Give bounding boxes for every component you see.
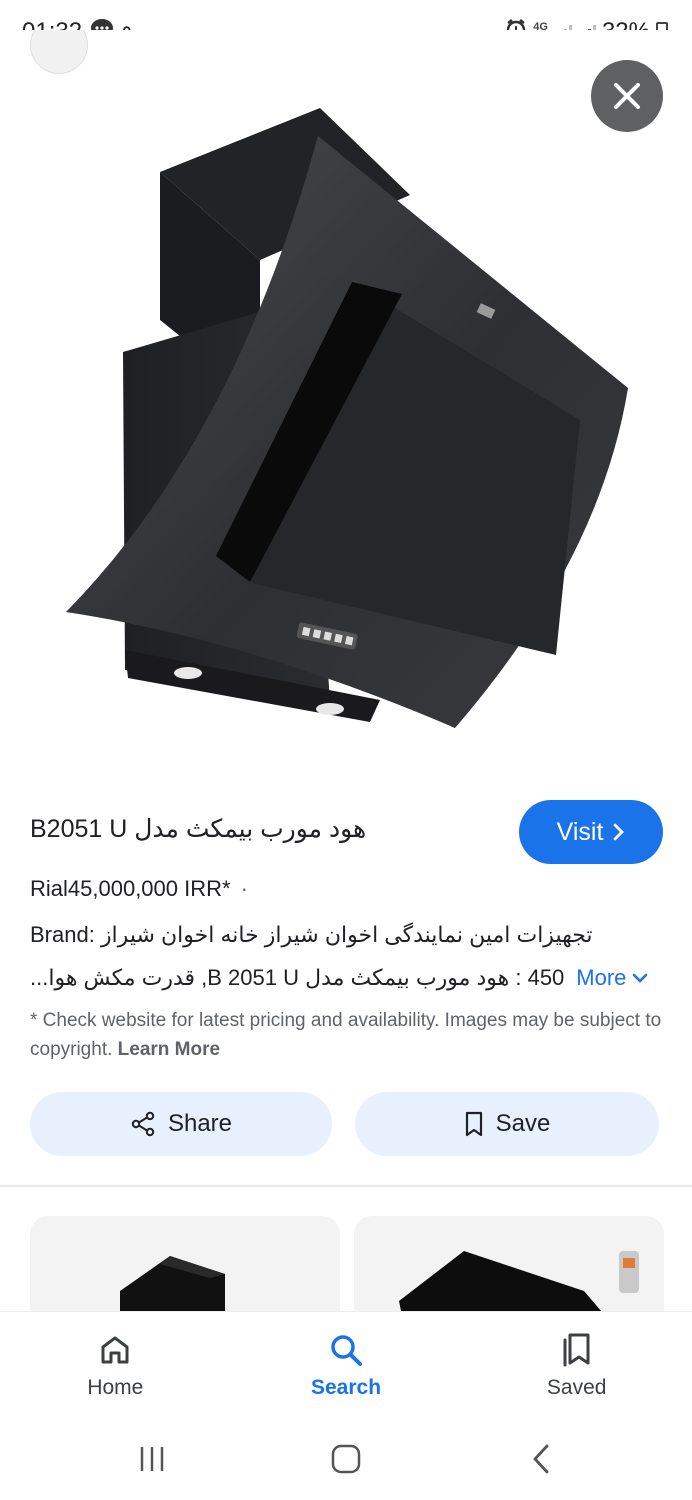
back-icon xyxy=(533,1444,549,1474)
related-hood-image xyxy=(120,1256,225,1326)
nav-saved[interactable]: Saved xyxy=(461,1312,692,1421)
visit-label: Visit xyxy=(556,817,604,846)
disclaimer: * Check website for latest pricing and a… xyxy=(30,1006,670,1064)
bottom-navigation: Home Search Saved xyxy=(0,1311,692,1421)
separator-dot: · xyxy=(240,876,248,901)
recent-apps-icon xyxy=(140,1447,164,1471)
section-divider xyxy=(0,1185,692,1187)
save-button[interactable]: Save xyxy=(355,1092,659,1156)
more-link[interactable]: More xyxy=(576,965,648,991)
close-icon xyxy=(614,83,640,109)
search-icon xyxy=(326,1330,366,1370)
related-hood-image xyxy=(399,1251,639,1326)
related-result-card[interactable] xyxy=(30,1216,340,1326)
close-button[interactable] xyxy=(591,60,663,132)
product-image[interactable] xyxy=(0,30,692,775)
chevron-down-icon xyxy=(633,973,648,983)
product-price: Rial45,000,000 IRR* · xyxy=(30,876,248,902)
home-system-button[interactable] xyxy=(326,1439,366,1479)
description-line-2: 450 : هود مورب بیمکث مدل B 2051 U, قدرت … xyxy=(30,965,662,991)
recent-apps-button[interactable] xyxy=(134,1439,170,1479)
price-value: Rial45,000,000 IRR* xyxy=(30,876,231,901)
back-button[interactable] xyxy=(526,1439,556,1479)
nav-home[interactable]: Home xyxy=(0,1312,231,1421)
description-text: 450 : هود مورب بیمکث مدل B 2051 U, قدرت … xyxy=(30,965,565,990)
home-square-icon xyxy=(331,1444,361,1474)
saved-icon xyxy=(557,1330,597,1370)
nav-saved-label: Saved xyxy=(546,1376,607,1399)
product-title: هود مورب بیمکث مدل B2051 U xyxy=(30,815,367,843)
range-hood-image xyxy=(66,108,628,728)
nav-home-label: Home xyxy=(87,1376,144,1399)
share-label: Share xyxy=(167,1110,233,1137)
chevron-right-icon xyxy=(613,823,625,841)
nav-search-label: Search xyxy=(310,1376,382,1399)
save-label: Save xyxy=(495,1110,551,1137)
bookmark-icon xyxy=(465,1111,482,1137)
visit-button[interactable]: Visit xyxy=(519,800,663,864)
share-button[interactable]: Share xyxy=(30,1092,332,1156)
home-icon xyxy=(95,1330,135,1370)
description-line-1: Brand: تجهیزات امین نمایندگی اخوان شیراز… xyxy=(30,922,593,947)
nav-search[interactable]: Search xyxy=(231,1312,462,1421)
share-icon xyxy=(131,1111,155,1137)
more-label: More xyxy=(576,965,627,990)
learn-more-link[interactable]: Learn More xyxy=(118,1039,220,1060)
related-result-card[interactable] xyxy=(354,1216,664,1326)
system-navigation-bar xyxy=(0,1421,692,1500)
